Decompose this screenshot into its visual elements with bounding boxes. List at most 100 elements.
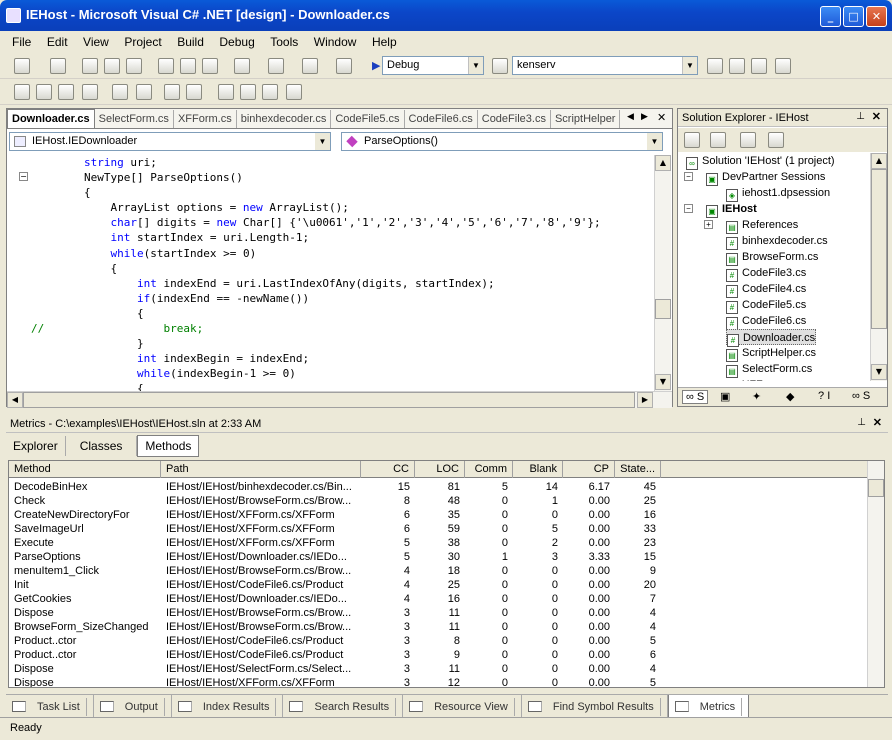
class-view-icon[interactable]	[775, 58, 791, 74]
table-row[interactable]: Init IEHost/IEHost/CodeFile6.cs/Product 4 2…	[9, 578, 869, 592]
solution-config-combo[interactable]: Debug ▼	[382, 56, 484, 75]
find-combo[interactable]: kenserv ▼	[512, 56, 698, 75]
tab-scripthelper[interactable]: ScriptHelper	[551, 110, 621, 128]
table-row[interactable]: Product..ctor IEHost/IEHost/CodeFile6.cs/…	[9, 648, 869, 662]
tree-item[interactable]: ▤XFForm.cs	[726, 377, 796, 381]
tree-item[interactable]: ▤ References	[726, 217, 798, 234]
table-row[interactable]: menuItem1_Click IEHost/IEHost/BrowseForm.…	[9, 564, 869, 578]
scroll-up-icon[interactable]: ▲	[655, 155, 671, 171]
code-line[interactable]: while(indexBegin-1 >= 0)	[7, 366, 657, 381]
chevron-down-icon[interactable]: ▼	[647, 133, 662, 150]
code-line[interactable]: int startIndex = uri.Length-1;	[7, 230, 657, 245]
code-line[interactable]: {	[7, 306, 657, 321]
pin-icon[interactable]: ⊥	[856, 111, 865, 122]
scroll-down-icon[interactable]: ▼	[655, 374, 671, 390]
tree-item[interactable]: ▤ BrowseForm.cs	[726, 249, 818, 266]
table-row[interactable]: Dispose IEHost/IEHost/XFForm.cs/XFForm 3 12…	[9, 676, 869, 687]
quick-info-icon[interactable]	[36, 84, 52, 100]
maximize-button[interactable]: □	[843, 6, 864, 27]
table-row[interactable]: GetCookies IEHost/IEHost/Downloader.cs/IE…	[9, 592, 869, 606]
redo-icon[interactable]	[268, 58, 284, 74]
toolbox-icon[interactable]	[751, 58, 767, 74]
tree-item[interactable]: # Downloader.cs	[726, 329, 817, 347]
editor-vertical-scrollbar[interactable]: ▲ ▼	[654, 155, 671, 391]
tab-codefile5[interactable]: CodeFile5.cs	[331, 110, 405, 128]
pin-icon[interactable]: ⊥	[857, 417, 866, 428]
scroll-thumb[interactable]	[23, 392, 635, 408]
expand-icon[interactable]: +	[704, 220, 713, 229]
table-row[interactable]: DecodeBinHex IEHost/IEHost/binhexdecoder.…	[9, 480, 869, 494]
tab-resource-view[interactable]: ✦	[752, 390, 761, 403]
tree-item[interactable]: ∞ Solution 'IEHost' (1 project)	[686, 153, 835, 170]
code-line[interactable]: {	[7, 381, 657, 391]
app-icon[interactable]	[6, 8, 21, 23]
clear-bookmarks-icon[interactable]	[286, 84, 302, 100]
parameter-info-icon[interactable]	[14, 84, 30, 100]
tab-search-results[interactable]: Search Results	[283, 695, 404, 719]
scroll-thumb[interactable]	[868, 479, 884, 497]
tab-contents[interactable]: ◆	[786, 390, 794, 403]
scroll-up-icon[interactable]: ▲	[871, 153, 887, 169]
code-line[interactable]: int indexEnd = uri.LastIndexOfAny(digits…	[7, 276, 657, 291]
tab-find-symbol-results[interactable]: Find Symbol Results	[522, 695, 668, 719]
properties-icon[interactable]	[729, 58, 745, 74]
refresh-icon[interactable]	[710, 132, 726, 148]
menu-view[interactable]: View	[77, 31, 115, 49]
properties-icon[interactable]	[768, 132, 784, 148]
column-header[interactable]: Method	[9, 461, 161, 478]
scroll-thumb[interactable]	[655, 299, 671, 319]
tab-selectform[interactable]: SelectForm.cs	[95, 110, 174, 128]
menu-window[interactable]: Window	[308, 31, 363, 49]
table-row[interactable]: Execute IEHost/IEHost/XFForm.cs/XFForm 5 38…	[9, 536, 869, 550]
save-all-icon[interactable]	[126, 58, 142, 74]
code-line[interactable]: NewType[] ParseOptions()	[7, 170, 657, 185]
menu-edit[interactable]: Edit	[41, 31, 74, 49]
close-icon[interactable]: ✕	[873, 416, 882, 429]
collapse-icon[interactable]: −	[684, 204, 693, 213]
find-in-files-icon[interactable]	[492, 58, 508, 74]
chevron-down-icon[interactable]: ▼	[468, 57, 483, 74]
tab-index-results[interactable]: Index Results	[172, 695, 284, 719]
editor-horizontal-scrollbar[interactable]: ◀ ▶	[7, 391, 672, 408]
column-header[interactable]: CC	[361, 461, 415, 478]
copy-icon[interactable]	[180, 58, 196, 74]
uncomment-icon[interactable]	[186, 84, 202, 100]
column-header[interactable]: Blank	[513, 461, 563, 478]
tab-resource-view[interactable]: Resource View	[403, 695, 522, 719]
code-line[interactable]: }	[7, 336, 657, 351]
navigate-forward-icon[interactable]	[336, 58, 352, 74]
grid-vertical-scrollbar[interactable]	[867, 461, 884, 687]
next-bookmark-icon[interactable]	[240, 84, 256, 100]
collapse-icon[interactable]: −	[684, 172, 693, 181]
tree-item[interactable]: # binhexdecoder.cs	[726, 233, 828, 250]
column-header[interactable]: LOC	[415, 461, 465, 478]
code-line[interactable]: ArrayList options = new ArrayList();	[7, 200, 657, 215]
prev-bookmark-icon[interactable]	[262, 84, 278, 100]
table-row[interactable]: CreateNewDirectoryFor IEHost/IEHost/XFFor…	[9, 508, 869, 522]
minimize-button[interactable]: _	[820, 6, 841, 27]
tree-vertical-scrollbar[interactable]: ▲ ▼	[870, 153, 887, 381]
tab-task-list[interactable]: Task List	[6, 695, 94, 719]
comment-icon[interactable]	[164, 84, 180, 100]
tree-item[interactable]: # CodeFile5.cs	[726, 297, 806, 314]
code-line[interactable]: // break;	[7, 321, 657, 336]
tab-output[interactable]: Output	[94, 695, 172, 719]
solution-explorer-icon[interactable]	[707, 58, 723, 74]
tab-methods[interactable]: Methods	[137, 435, 200, 457]
tree-item[interactable]: ▤ SelectForm.cs	[726, 361, 812, 378]
tab-explorer[interactable]: Explorer	[6, 436, 66, 456]
column-header[interactable]: Path	[161, 461, 361, 478]
start-icon[interactable]: ▶	[372, 59, 380, 72]
table-row[interactable]: Product..ctor IEHost/IEHost/CodeFile6.cs/…	[9, 634, 869, 648]
tree-item[interactable]: # CodeFile3.cs	[726, 265, 806, 282]
member-navigation-combo[interactable]: ParseOptions() ▼	[341, 132, 663, 151]
menu-file[interactable]: File	[6, 31, 37, 49]
tree-item[interactable]: ▤ ScriptHelper.cs	[726, 345, 816, 362]
code-line[interactable]: {	[7, 185, 657, 200]
new-project-icon[interactable]	[14, 58, 30, 74]
indent-icon[interactable]	[136, 84, 152, 100]
close-document-icon[interactable]: ✕	[657, 111, 666, 124]
tree-item[interactable]: ◈ iehost1.dpsession	[726, 185, 830, 202]
scroll-thumb[interactable]	[871, 169, 887, 329]
table-row[interactable]: SaveImageUrl IEHost/IEHost/XFForm.cs/XFFo…	[9, 522, 869, 536]
